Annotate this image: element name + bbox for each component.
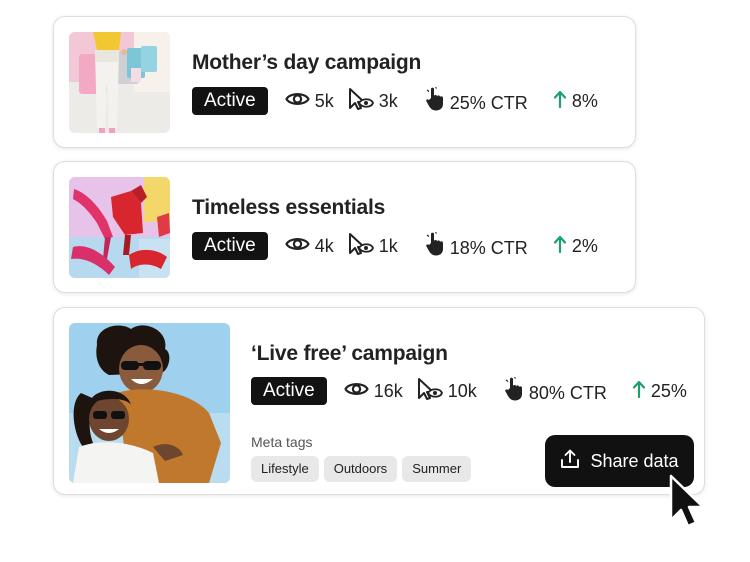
campaign-card[interactable]: Mother’s day campaign Active 5k 3k 25% C… [53,16,636,148]
campaign-stats: Active 16k 10k 80% CTR 25% [251,376,687,407]
tag-chip[interactable]: Outdoors [323,456,398,482]
campaign-title: Timeless essentials [192,196,386,219]
clicks-stat: 10k [417,377,477,406]
arrow-up-icon [632,380,645,403]
campaign-title: ‘Live free’ campaign [251,342,448,365]
tag-chip[interactable]: Summer [402,456,472,482]
campaign-card[interactable]: Timeless essentials Active 4k 1k 18% CTR… [53,161,636,293]
trend-stat: 25% [632,380,687,403]
clicks-value: 1k [378,235,398,256]
ctr-stat: 80% CTR [503,376,607,407]
meta-tags-list: Lifestyle Outdoors Summer [251,456,476,482]
status-badge: Active [251,377,327,405]
campaign-thumbnail [69,323,230,483]
ctr-stat: 18% CTR [424,231,528,262]
status-badge: Active [192,232,268,260]
trend-value: 8% [571,90,598,111]
ctr-value: 18% CTR [449,237,528,258]
hand-pointer-icon [503,376,525,407]
ctr-stat: 25% CTR [424,86,528,117]
trend-value: 25% [650,380,687,401]
eye-icon [344,380,369,403]
views-stat: 5k [285,90,334,113]
ctr-value: 80% CTR [528,382,607,403]
arrow-up-icon [553,235,566,258]
trend-stat: 2% [553,235,598,258]
campaign-title: Mother’s day campaign [192,51,422,74]
tag-chip[interactable]: Lifestyle [251,456,319,482]
mouse-pointer-icon [668,474,706,530]
views-value: 4k [314,235,334,256]
status-badge: Active [192,87,268,115]
share-upload-icon [560,449,580,474]
campaign-card[interactable]: ‘Live free’ campaign Active 16k 10k 80% … [53,307,705,495]
views-stat: 16k [344,380,403,403]
views-value: 16k [373,380,403,401]
clicks-value: 10k [447,380,477,401]
cursor-click-icon [348,232,374,261]
trend-value: 2% [571,235,598,256]
eye-icon [285,235,310,258]
campaign-thumbnail [69,32,170,133]
clicks-value: 3k [378,90,398,111]
trend-stat: 8% [553,90,598,113]
views-stat: 4k [285,235,334,258]
views-value: 5k [314,90,334,111]
campaign-thumbnail [69,177,170,278]
eye-icon [285,90,310,113]
hand-pointer-icon [424,231,446,262]
meta-tags-label: Meta tags [251,434,313,450]
share-data-label: Share data [590,450,679,471]
cursor-click-icon [348,87,374,116]
hand-pointer-icon [424,86,446,117]
clicks-stat: 3k [348,87,398,116]
ctr-value: 25% CTR [449,92,528,113]
campaign-stats: Active 5k 3k 25% CTR 8% [192,86,598,117]
campaign-stats: Active 4k 1k 18% CTR 2% [192,231,598,262]
arrow-up-icon [553,90,566,113]
cursor-click-icon [417,377,443,406]
clicks-stat: 1k [348,232,398,261]
